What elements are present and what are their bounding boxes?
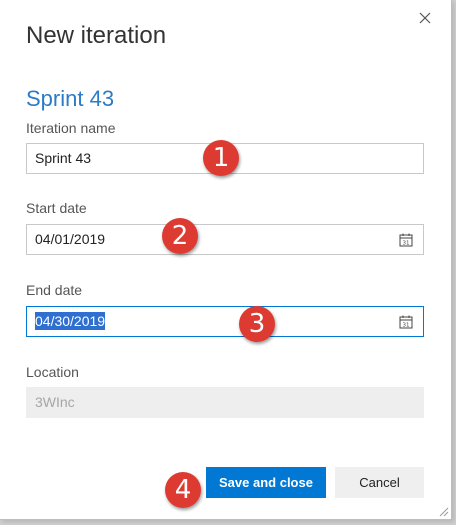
cancel-button[interactable]: Cancel	[335, 467, 424, 498]
location-label: Location	[26, 364, 79, 380]
save-and-close-button[interactable]: Save and close	[206, 467, 326, 498]
iteration-name-value: Sprint 43	[35, 150, 92, 166]
svg-text:31: 31	[403, 323, 410, 329]
calendar-icon[interactable]: 31	[399, 315, 413, 329]
start-date-input[interactable]: 04/01/2019 31	[26, 224, 424, 255]
close-button[interactable]	[412, 6, 436, 30]
iteration-name-label: Iteration name	[26, 120, 116, 136]
resize-grip-icon[interactable]	[437, 505, 449, 517]
annotation-badge-3: 3	[239, 306, 275, 342]
calendar-icon[interactable]: 31	[399, 233, 413, 247]
annotation-badge-2: 2	[162, 218, 198, 254]
iteration-heading: Sprint 43	[26, 86, 115, 111]
start-date-value: 04/01/2019	[35, 231, 106, 247]
end-date-input[interactable]: 04/30/2019 31	[26, 306, 424, 337]
end-date-label: End date	[26, 282, 83, 298]
new-iteration-dialog: New iteration Sprint 43 Iteration name S…	[0, 0, 452, 520]
dialog-title: New iteration	[26, 22, 167, 49]
svg-text:31: 31	[403, 241, 410, 247]
close-icon	[419, 12, 431, 24]
location-input: 3WInc	[26, 387, 424, 418]
start-date-label: Start date	[26, 200, 87, 216]
annotation-badge-1: 1	[203, 140, 239, 176]
end-date-value: 04/30/2019	[35, 312, 106, 330]
annotation-badge-4: 4	[165, 472, 201, 508]
location-value: 3WInc	[35, 394, 75, 410]
